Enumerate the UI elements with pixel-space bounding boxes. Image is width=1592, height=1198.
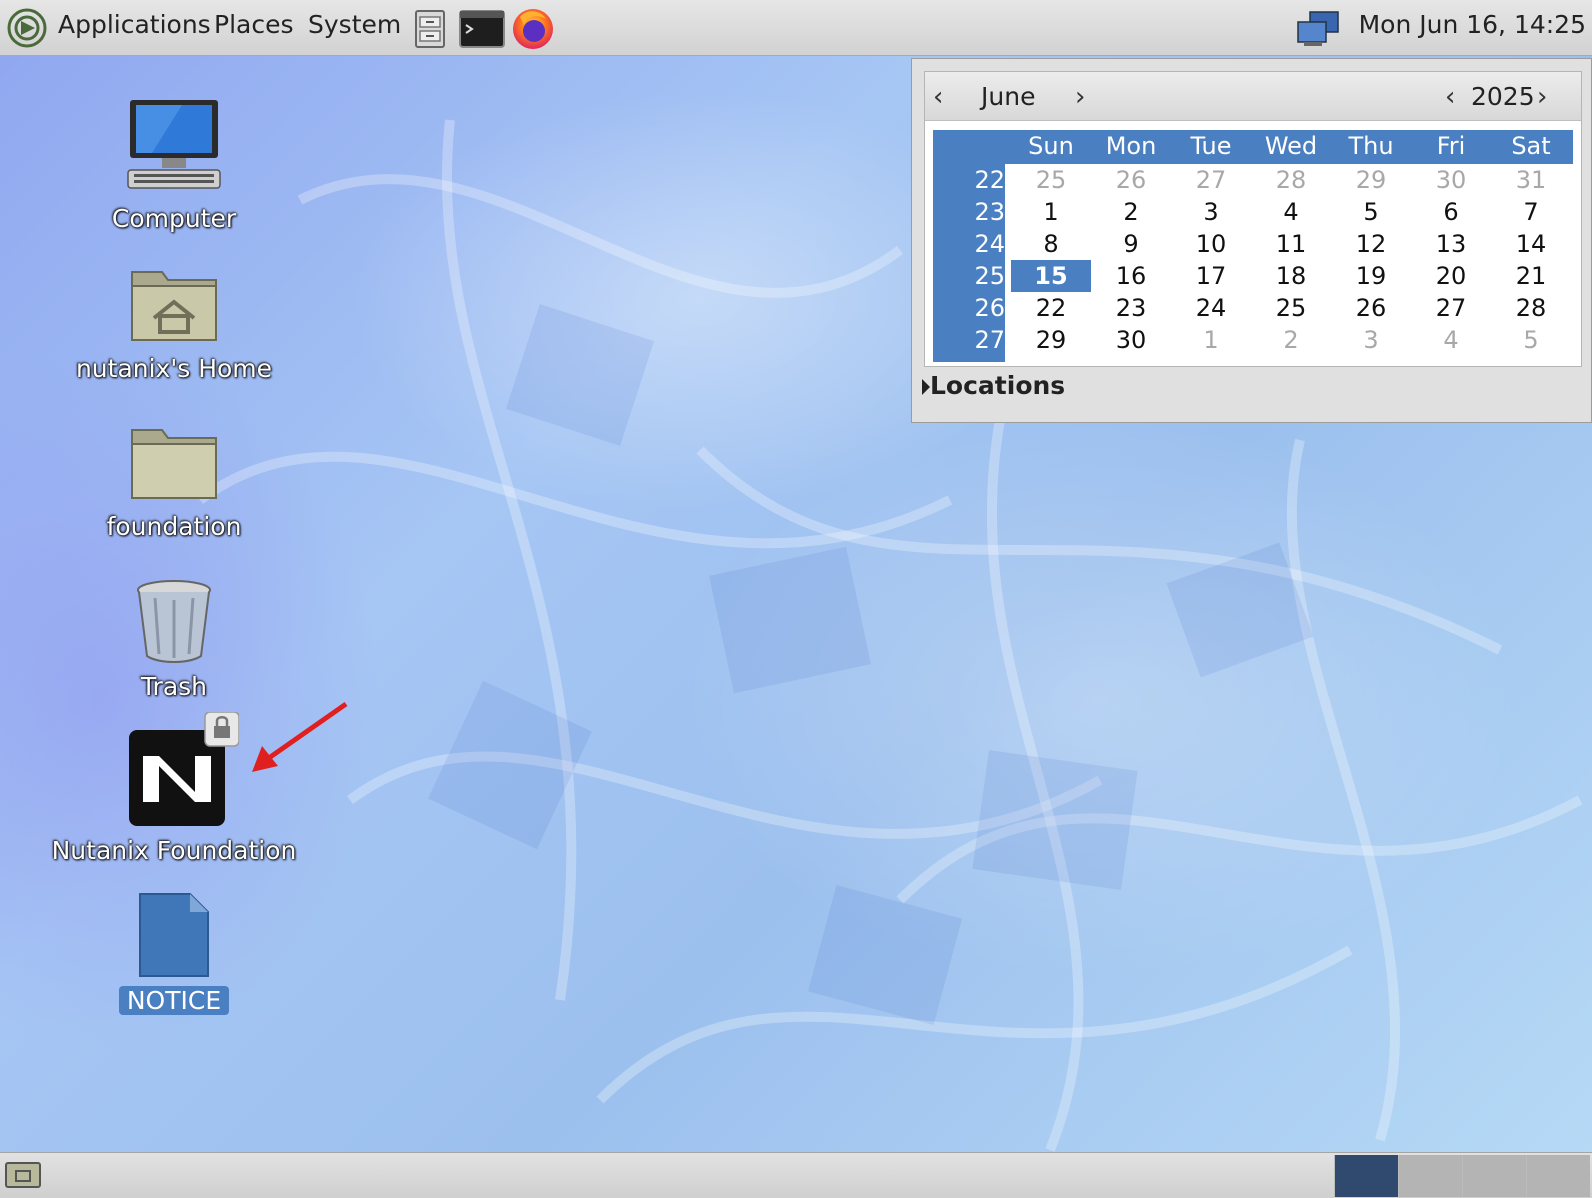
calendar-day[interactable]: 13	[1411, 230, 1491, 258]
week-number: 25	[974, 262, 1005, 290]
calendar-day[interactable]: 22	[1011, 294, 1091, 322]
calendar-day[interactable]: 25	[1251, 294, 1331, 322]
calendar-day[interactable]: 16	[1091, 262, 1171, 290]
weekday-sat: Sat	[1511, 132, 1551, 160]
week-number: 22	[974, 166, 1005, 194]
weekday-thu: Thu	[1348, 132, 1394, 160]
locations-expander[interactable]: Locations	[930, 371, 1065, 400]
weekday-tue: Tue	[1190, 132, 1232, 160]
home-desktop-icon[interactable]: nutanix's Home	[44, 262, 304, 383]
trash-label: Trash	[140, 672, 208, 701]
calendar-day[interactable]: 25	[1011, 166, 1091, 194]
trash-desktop-icon[interactable]: Trash	[44, 578, 304, 701]
calendar-day[interactable]: 6	[1411, 198, 1491, 226]
red-arrow-annotation	[252, 701, 348, 772]
calendar-day[interactable]: 18	[1251, 262, 1331, 290]
calendar-day[interactable]: 12	[1331, 230, 1411, 258]
firefox-icon[interactable]	[510, 5, 556, 51]
calendar-day[interactable]: 11	[1251, 230, 1331, 258]
bottom-panel	[0, 1152, 1592, 1198]
calendar-day[interactable]: 19	[1331, 262, 1411, 290]
calendar-day-today[interactable]: 15	[1011, 262, 1091, 290]
notice-desktop-icon[interactable]: NOTICE	[44, 892, 304, 1015]
show-desktop-icon[interactable]	[4, 1159, 42, 1191]
computer-label: Computer	[111, 204, 237, 233]
workspace-4[interactable]	[1526, 1155, 1590, 1197]
workspace-3[interactable]	[1462, 1155, 1526, 1197]
file-cabinet-icon[interactable]	[410, 9, 450, 49]
week-number: 27	[974, 326, 1005, 354]
calendar-day[interactable]: 3	[1331, 326, 1411, 354]
calendar-popup: ‹ June › ‹ 2025 › Sun Mon Tue Wed Thu Fri Sat 2…	[911, 58, 1592, 423]
calendar-widget: ‹ June › ‹ 2025 › Sun Mon Tue Wed Thu Fri Sat 2…	[924, 71, 1582, 367]
computer-icon	[127, 100, 221, 189]
month-label: June	[981, 82, 1036, 111]
terminal-icon[interactable]	[458, 9, 506, 49]
folder-icon	[131, 429, 217, 499]
calendar-day[interactable]: 2	[1091, 198, 1171, 226]
weekday-sun: Sun	[1028, 132, 1074, 160]
clock[interactable]: Mon Jun 16, 14:25	[1359, 10, 1586, 39]
week-number: 24	[974, 230, 1005, 258]
calendar-day[interactable]: 29	[1331, 166, 1411, 194]
calendar-day[interactable]: 9	[1091, 230, 1171, 258]
top-panel: Applications Places System Mon Jun 16, 1…	[0, 0, 1592, 56]
system-menu[interactable]: System	[308, 10, 401, 39]
calendar-day[interactable]: 27	[1411, 294, 1491, 322]
calendar-day[interactable]: 26	[1091, 166, 1171, 194]
calendar-day[interactable]: 28	[1251, 166, 1331, 194]
applications-menu[interactable]: Applications	[58, 10, 211, 39]
calendar-header: ‹ June › ‹ 2025 ›	[925, 72, 1581, 121]
calendar-day[interactable]: 27	[1171, 166, 1251, 194]
notice-label: NOTICE	[118, 986, 230, 1015]
next-month-button[interactable]: ›	[1075, 82, 1085, 112]
calendar-day[interactable]: 4	[1411, 326, 1491, 354]
calendar-day[interactable]: 5	[1491, 326, 1571, 354]
workspace-2[interactable]	[1398, 1155, 1462, 1197]
home-folder-icon	[131, 271, 217, 341]
year-label: 2025	[1471, 82, 1535, 111]
prev-year-button[interactable]: ‹	[1445, 82, 1455, 112]
places-menu[interactable]: Places	[214, 10, 294, 39]
calendar-day[interactable]: 7	[1491, 198, 1571, 226]
calendar-day[interactable]: 29	[1011, 326, 1091, 354]
calendar-day[interactable]: 31	[1491, 166, 1571, 194]
week-number: 23	[974, 198, 1005, 226]
computer-desktop-icon[interactable]: Computer	[44, 96, 304, 233]
document-icon	[139, 893, 209, 977]
workspace-1[interactable]	[1334, 1155, 1398, 1197]
calendar-day[interactable]: 20	[1411, 262, 1491, 290]
calendar-day[interactable]: 21	[1491, 262, 1571, 290]
calendar-day[interactable]: 30	[1091, 326, 1171, 354]
calendar-day[interactable]: 8	[1011, 230, 1091, 258]
calendar-day[interactable]: 10	[1171, 230, 1251, 258]
calendar-day[interactable]: 26	[1331, 294, 1411, 322]
calendar-day[interactable]: 2	[1251, 326, 1331, 354]
calendar-day[interactable]: 17	[1171, 262, 1251, 290]
calendar-day[interactable]: 4	[1251, 198, 1331, 226]
calendar-day[interactable]: 24	[1171, 294, 1251, 322]
foundation-desktop-icon[interactable]: foundation	[44, 420, 304, 541]
network-icon[interactable]	[1296, 10, 1342, 48]
weekday-fri: Fri	[1436, 132, 1466, 160]
nutanix-foundation-label: Nutanix Foundation	[51, 836, 297, 865]
calendar-day[interactable]: 3	[1171, 198, 1251, 226]
week-number: 26	[974, 294, 1005, 322]
calendar-day[interactable]: 14	[1491, 230, 1571, 258]
foundation-label: foundation	[106, 512, 242, 541]
calendar-day[interactable]: 5	[1331, 198, 1411, 226]
prev-month-button[interactable]: ‹	[933, 82, 943, 112]
calendar-day[interactable]: 23	[1091, 294, 1171, 322]
next-year-button[interactable]: ›	[1537, 82, 1547, 112]
calendar-day[interactable]: 1	[1011, 198, 1091, 226]
weekday-mon: Mon	[1105, 132, 1157, 160]
nutanix-app-icon	[129, 711, 240, 826]
weekday-wed: Wed	[1264, 132, 1318, 160]
calendar-day[interactable]: 30	[1411, 166, 1491, 194]
home-label: nutanix's Home	[75, 354, 273, 383]
trash-icon	[137, 580, 211, 663]
calendar-day[interactable]: 1	[1171, 326, 1251, 354]
gnome-foot-icon[interactable]	[6, 7, 48, 49]
calendar-day[interactable]: 28	[1491, 294, 1571, 322]
